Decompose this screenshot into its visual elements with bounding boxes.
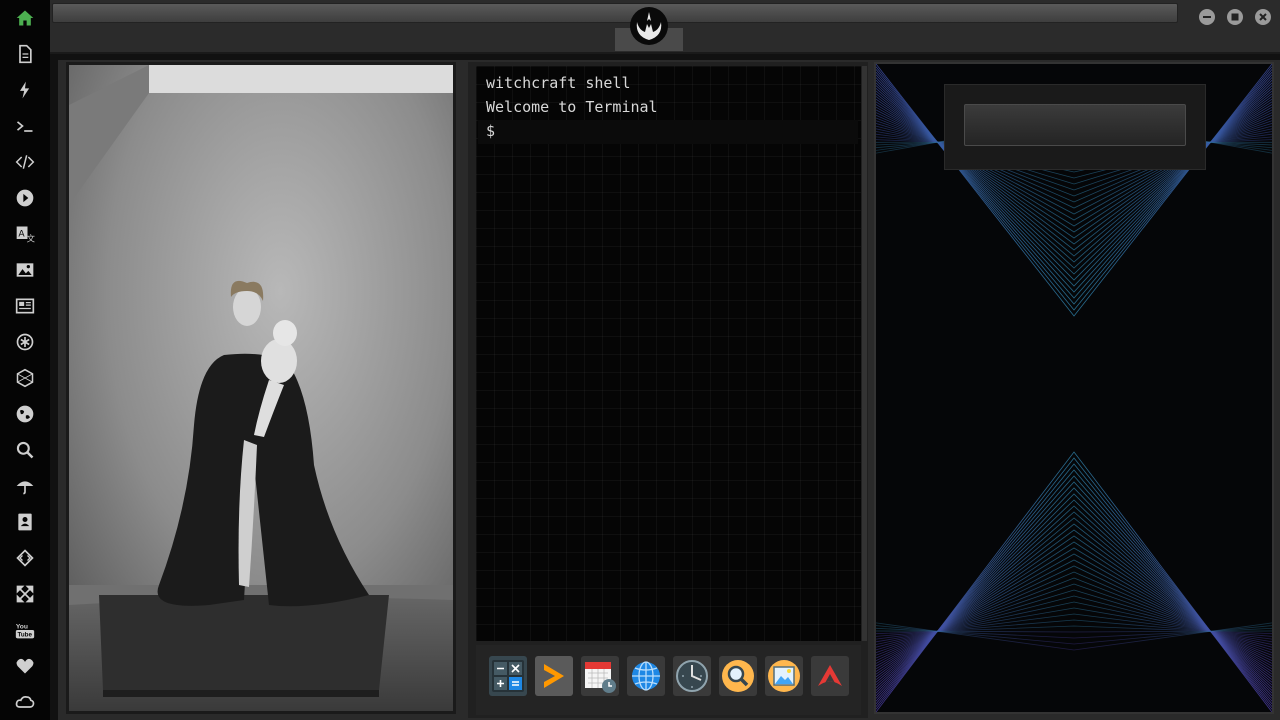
svg-text:You: You — [16, 623, 28, 630]
mother-child-photo — [66, 62, 456, 714]
sublime-icon[interactable] — [535, 656, 573, 696]
heart-icon[interactable] — [13, 654, 37, 678]
clock-icon[interactable] — [673, 656, 711, 696]
play-icon[interactable] — [13, 186, 37, 210]
translate-icon[interactable]: A文 — [13, 222, 37, 246]
terminal-prompt: $ — [486, 122, 496, 140]
cloud-icon[interactable] — [13, 690, 37, 714]
dev-icon[interactable] — [13, 546, 37, 570]
svg-text:文: 文 — [27, 234, 35, 244]
address-bar[interactable] — [52, 3, 1178, 23]
terminal-line: Welcome to Terminal — [486, 98, 658, 116]
hexagon-icon[interactable] — [13, 366, 37, 390]
photo-icon[interactable] — [765, 656, 803, 696]
youtube-icon[interactable]: You Tube — [13, 618, 37, 642]
terminal-scrollbar[interactable] — [862, 66, 867, 641]
umbrella-icon[interactable] — [13, 474, 37, 498]
svg-text:A: A — [18, 229, 25, 240]
app-dock — [476, 645, 861, 715]
app-sidebar: A文 You Tube — [0, 0, 50, 720]
terminal-input-row[interactable] — [478, 120, 858, 144]
maximize-icon[interactable] — [1227, 9, 1243, 25]
home-icon[interactable] — [13, 6, 37, 30]
news-icon[interactable] — [13, 294, 37, 318]
search-icon[interactable] — [13, 438, 37, 462]
terminal-screen[interactable] — [476, 66, 861, 641]
calendar-icon[interactable] — [581, 656, 619, 696]
globe-icon[interactable] — [627, 656, 665, 696]
magnifier-icon[interactable] — [719, 656, 757, 696]
asterisk-icon[interactable] — [13, 330, 37, 354]
rebel-alliance-icon — [629, 6, 669, 46]
contacts-icon[interactable] — [13, 510, 37, 534]
calculator-icon[interactable] — [489, 656, 527, 696]
minimize-icon[interactable] — [1199, 9, 1215, 25]
expand-icon[interactable] — [13, 582, 37, 606]
arch-icon[interactable] — [811, 656, 849, 696]
widget-input[interactable] — [964, 104, 1186, 146]
bolt-icon[interactable] — [13, 78, 37, 102]
globe-icon[interactable] — [13, 402, 37, 426]
code-icon[interactable] — [13, 150, 37, 174]
document-icon[interactable] — [13, 42, 37, 66]
image-icon[interactable] — [13, 258, 37, 282]
terminal-line: witchcraft shell — [486, 74, 631, 92]
close-icon[interactable] — [1255, 9, 1271, 25]
svg-text:Tube: Tube — [18, 632, 33, 639]
terminal-icon[interactable] — [13, 114, 37, 138]
